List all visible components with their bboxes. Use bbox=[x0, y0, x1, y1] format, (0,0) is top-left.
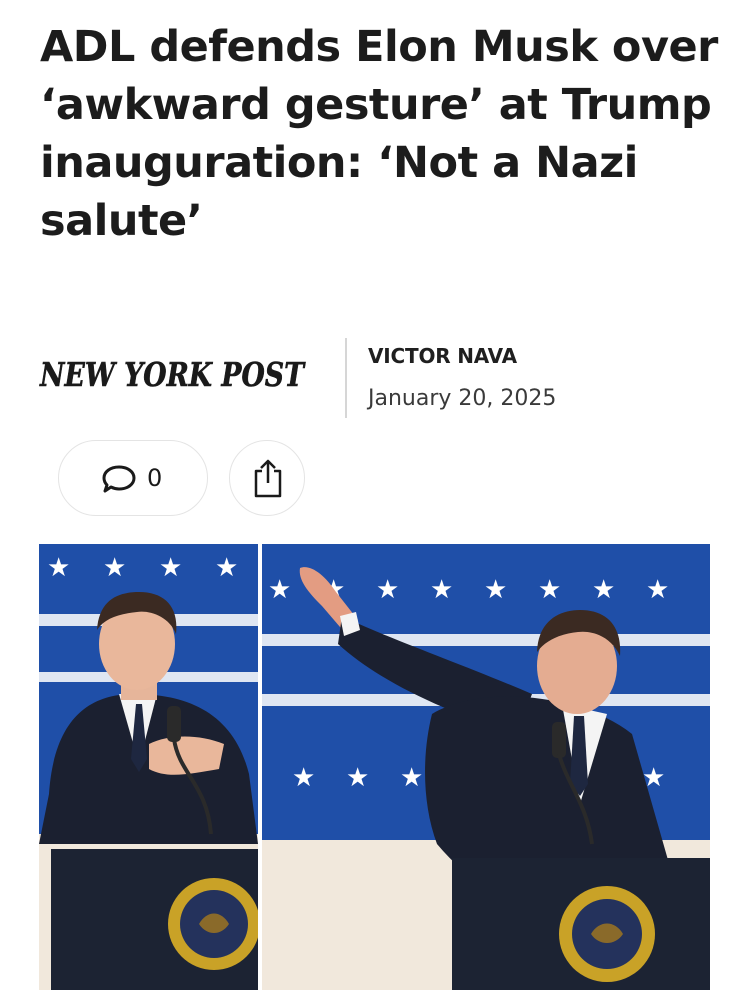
photo-arm-raised[interactable]: ★ ★ ★ ★ ★ ★ ★ ★ ★ ★ ★ ★ bbox=[262, 544, 710, 990]
svg-text:★: ★ bbox=[47, 552, 70, 582]
byline-divider bbox=[345, 338, 347, 418]
svg-text:★: ★ bbox=[103, 552, 126, 582]
headline: ADL defends Elon Musk over ‘awkward gest… bbox=[40, 22, 718, 246]
share-icon bbox=[254, 459, 282, 498]
svg-text:★: ★ bbox=[268, 574, 291, 604]
svg-text:★: ★ bbox=[159, 552, 182, 582]
share-button[interactable] bbox=[229, 440, 305, 516]
author-name[interactable]: VICTOR NAVA bbox=[368, 344, 517, 368]
svg-text:★: ★ bbox=[376, 574, 399, 604]
comment-count: 0 bbox=[147, 464, 163, 492]
svg-text:★: ★ bbox=[592, 574, 615, 604]
photo-hand-on-heart[interactable]: ★ ★ ★ ★ bbox=[39, 544, 258, 990]
svg-text:★: ★ bbox=[400, 762, 423, 792]
svg-text:★: ★ bbox=[292, 762, 315, 792]
svg-text:★: ★ bbox=[646, 574, 669, 604]
comment-bubble-icon bbox=[102, 465, 136, 493]
comments-button[interactable]: 0 bbox=[58, 440, 208, 516]
publication-logo[interactable]: NEW YORK POST bbox=[38, 348, 308, 398]
svg-text:★: ★ bbox=[346, 762, 369, 792]
byline: NEW YORK POST VICTOR NAVA January 20, 20… bbox=[38, 338, 718, 422]
publish-date: January 20, 2025 bbox=[368, 386, 557, 411]
publication-logo-text: NEW YORK POST bbox=[39, 355, 306, 394]
svg-text:★: ★ bbox=[215, 552, 238, 582]
svg-text:★: ★ bbox=[484, 574, 507, 604]
svg-text:★: ★ bbox=[430, 574, 453, 604]
svg-text:★: ★ bbox=[538, 574, 561, 604]
